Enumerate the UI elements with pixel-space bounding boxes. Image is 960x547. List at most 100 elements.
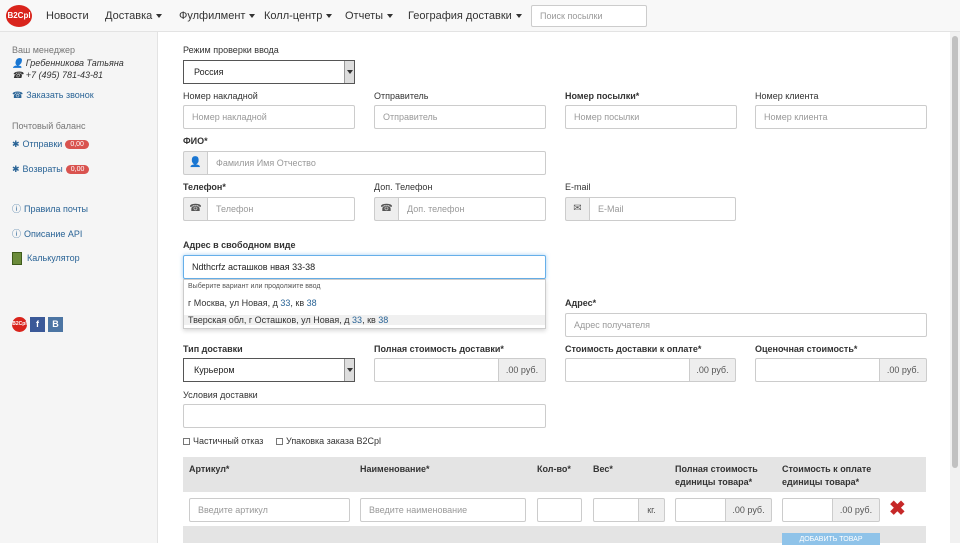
unit-full-price-input[interactable] bbox=[675, 498, 726, 522]
phone-icon: ☎ bbox=[12, 90, 24, 100]
address-autocomplete: Выберите вариант или продолжите ввод г М… bbox=[183, 279, 546, 329]
currency-addon: .00 руб. bbox=[833, 498, 880, 522]
scrollbar-thumb[interactable] bbox=[952, 36, 958, 468]
calculator-icon bbox=[12, 252, 22, 265]
vk-icon[interactable]: B bbox=[48, 317, 63, 332]
phone-icon: ☎ bbox=[12, 70, 24, 80]
currency-addon: .00 руб. bbox=[880, 358, 927, 382]
balance-title: Почтовый баланс bbox=[12, 121, 86, 131]
nav-call-center[interactable]: Колл-центр bbox=[264, 0, 333, 32]
item-name-input[interactable] bbox=[360, 498, 526, 522]
puzzle-icon: ✱ bbox=[12, 164, 20, 174]
client-input[interactable] bbox=[755, 105, 927, 129]
qty-input[interactable] bbox=[537, 498, 582, 522]
phone-label: Телефон* bbox=[183, 182, 226, 192]
full-cost-input[interactable] bbox=[374, 358, 499, 382]
full-cost-label: Полная стоимость доставки* bbox=[374, 344, 504, 354]
chevron-down-icon bbox=[326, 14, 333, 19]
col-qty: Кол-во* bbox=[537, 464, 571, 474]
nav-news[interactable]: Новости bbox=[46, 0, 89, 32]
chevron-down-icon bbox=[344, 359, 354, 381]
invoice-input[interactable] bbox=[183, 105, 355, 129]
nav-fulfillment[interactable]: Фулфилмент bbox=[179, 0, 256, 32]
manager-name: 👤 Гребенникова Татьяна bbox=[12, 58, 124, 68]
envelope-icon: ✉ bbox=[565, 197, 589, 221]
autocomplete-option[interactable]: Тверская обл, г Осташков, ул Новая, д 33… bbox=[184, 315, 545, 325]
b2c-pack-checkbox[interactable]: Упаковка заказа B2Cpl bbox=[276, 436, 381, 446]
b2cpl-social-icon[interactable]: B2Cpl bbox=[12, 317, 27, 332]
parcel-input[interactable] bbox=[565, 105, 737, 129]
col-name: Наименование* bbox=[360, 464, 430, 474]
free-address-input[interactable] bbox=[183, 255, 546, 279]
delete-row-icon[interactable]: ✖ bbox=[889, 496, 906, 521]
partial-refuse-checkbox[interactable]: Частичный отказ bbox=[183, 436, 263, 446]
conditions-label: Условия доставки bbox=[183, 390, 258, 400]
top-navbar: B2Cpl Новости Доставка Фулфилмент Колл-ц… bbox=[0, 0, 960, 32]
client-label: Номер клиента bbox=[755, 91, 819, 101]
returns-link[interactable]: ✱ Возвраты 0,00 bbox=[12, 164, 90, 175]
conditions-input[interactable] bbox=[183, 404, 546, 428]
nav-geography[interactable]: География доставки bbox=[408, 0, 522, 32]
parcel-label: Номер посылки* bbox=[565, 91, 640, 101]
b2cpl-logo[interactable]: B2Cpl bbox=[6, 5, 32, 27]
nav-reports[interactable]: Отчеты bbox=[345, 0, 394, 32]
checkbox[interactable] bbox=[276, 438, 283, 446]
chevron-down-icon bbox=[249, 14, 256, 19]
col-article: Артикул* bbox=[189, 464, 230, 474]
puzzle-icon: ✱ bbox=[12, 139, 20, 149]
delivery-type-select[interactable]: Курьером bbox=[183, 358, 355, 382]
unit-pay-price-input[interactable] bbox=[782, 498, 833, 522]
free-address-label: Адрес в свободном виде bbox=[183, 240, 296, 250]
address-input[interactable] bbox=[565, 313, 927, 337]
manager-title: Ваш менеджер bbox=[12, 45, 75, 55]
info-icon: ⓘ bbox=[12, 229, 22, 239]
address-label: Адрес* bbox=[565, 298, 597, 308]
weight-input[interactable] bbox=[593, 498, 639, 522]
phone-icon: ☎ bbox=[183, 197, 207, 221]
sidebar: Ваш менеджер 👤 Гребенникова Татьяна ☎ +7… bbox=[0, 32, 158, 543]
autocomplete-hint: Выберите вариант или продолжите ввод bbox=[188, 283, 321, 290]
currency-addon: .00 руб. bbox=[499, 358, 546, 382]
fio-input[interactable] bbox=[207, 151, 546, 175]
nav-delivery[interactable]: Доставка bbox=[105, 0, 163, 32]
mode-select[interactable]: Россия bbox=[183, 60, 355, 84]
add-item-button[interactable]: ДОБАВИТЬ ТОВАР bbox=[782, 533, 880, 545]
currency-addon: .00 руб. bbox=[690, 358, 736, 382]
post-rules-link[interactable]: ⓘ Правила почты bbox=[12, 202, 88, 215]
mode-label: Режим проверки ввода bbox=[183, 45, 279, 55]
weight-unit-addon: кг. bbox=[639, 498, 665, 522]
api-docs-link[interactable]: ⓘ Описание API bbox=[12, 227, 82, 240]
calculator-link[interactable]: Калькулятор bbox=[12, 252, 80, 265]
delivery-type-label: Тип доставки bbox=[183, 344, 243, 354]
chevron-down-icon bbox=[515, 14, 522, 19]
fio-label: ФИО* bbox=[183, 136, 208, 146]
sender-input[interactable] bbox=[374, 105, 546, 129]
scrollbar[interactable] bbox=[950, 32, 960, 543]
checkbox[interactable] bbox=[183, 438, 190, 446]
facebook-icon[interactable]: f bbox=[30, 317, 45, 332]
chevron-down-icon bbox=[156, 14, 163, 19]
email-label: E-mail bbox=[565, 182, 591, 192]
phone2-input[interactable] bbox=[398, 197, 546, 221]
order-call-link[interactable]: ☎ Заказать звонок bbox=[12, 90, 94, 101]
chevron-down-icon bbox=[387, 14, 394, 19]
pay-cost-input[interactable] bbox=[565, 358, 690, 382]
email-input[interactable] bbox=[589, 197, 736, 221]
phone2-label: Доп. Телефон bbox=[374, 182, 433, 192]
invoice-label: Номер накладной bbox=[183, 91, 258, 101]
est-cost-input[interactable] bbox=[755, 358, 880, 382]
autocomplete-option[interactable]: г Москва, ул Новая, д 33, кв 38 bbox=[188, 298, 317, 308]
col-pay-price: Стоимость к оплате единицы товара* bbox=[782, 464, 872, 487]
phone-input[interactable] bbox=[207, 197, 355, 221]
manager-phone: ☎ +7 (495) 781-43-81 bbox=[12, 70, 104, 80]
sends-link[interactable]: ✱ Отправки 0,00 bbox=[12, 139, 89, 150]
col-weight: Вес* bbox=[593, 464, 613, 474]
article-input[interactable] bbox=[189, 498, 350, 522]
returns-badge: 0,00 bbox=[65, 165, 90, 175]
col-full-price: Полная стоимость единицы товара* bbox=[675, 464, 758, 487]
est-cost-label: Оценочная стоимость* bbox=[755, 344, 858, 354]
user-icon: 👤 bbox=[12, 58, 24, 68]
pay-cost-label: Стоимость доставки к оплате* bbox=[565, 344, 702, 354]
info-icon: ⓘ bbox=[12, 204, 22, 214]
parcel-search-input[interactable] bbox=[531, 5, 647, 27]
